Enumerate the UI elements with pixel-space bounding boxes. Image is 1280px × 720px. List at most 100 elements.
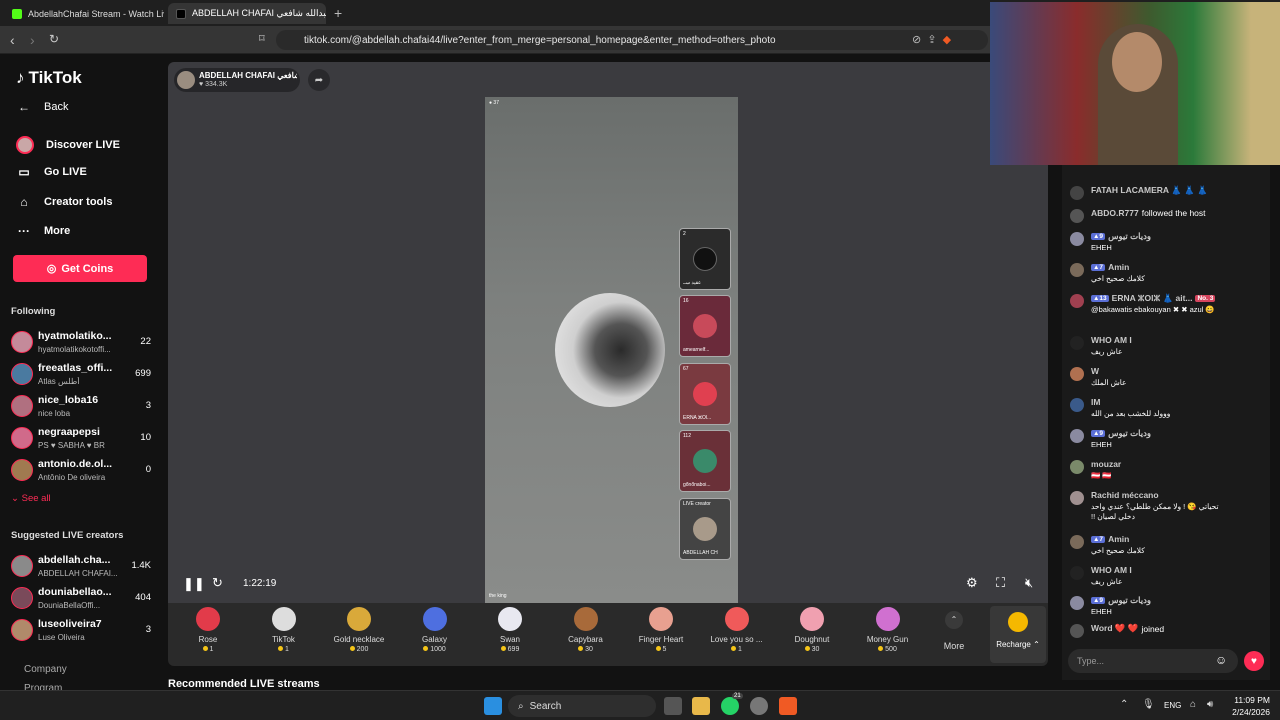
language-indicator[interactable]: ENG [1164, 701, 1181, 710]
get-coins-button[interactable]: ◎ Get Coins [13, 255, 147, 282]
whatsapp-icon[interactable] [721, 697, 739, 715]
file-explorer-icon[interactable] [692, 697, 710, 715]
following-account[interactable]: negraapepsi PS ♥ SABHA ♥ BR 10 [11, 425, 151, 455]
steam-icon[interactable] [750, 697, 768, 715]
chat-username[interactable]: ABDO.R777 followed the host [1091, 208, 1206, 218]
recharge-button[interactable]: Recharge ⌃ [990, 606, 1046, 663]
share-icon[interactable]: ➦ [308, 69, 330, 91]
chat-username[interactable]: ▲9 وديات تيوس [1091, 428, 1151, 439]
chat-username[interactable]: WHO AM I [1091, 335, 1132, 345]
chat-username[interactable]: ▲9 وديات تيوس [1091, 231, 1151, 242]
nav-go-live[interactable]: ▭ Go LIVE [16, 165, 86, 179]
chat-username[interactable]: ▲9 وديات تيوس [1091, 595, 1151, 606]
browser-tab-1[interactable]: AbdellahChafai Stream - Watch Live o ✕ [4, 3, 164, 24]
nav-more[interactable]: ··· More [16, 224, 70, 238]
gift-item[interactable]: Rose 1 [173, 607, 243, 653]
live-stream-player[interactable]: ABDELLAH CHAFAI عبدالله شافعي ♥ 334.3K ➦… [168, 62, 1048, 603]
chat-avatar[interactable] [1070, 596, 1084, 610]
suggested-account[interactable]: luseoliveira7 Luse Oliveira 3 [11, 617, 151, 647]
gift-name: Swan [499, 635, 520, 644]
gift-item[interactable]: Doughnut 30 [777, 607, 847, 653]
gift-item[interactable]: TikTok 1 [249, 607, 319, 653]
gift-item[interactable]: Swan 699 [475, 607, 545, 653]
gift-item[interactable]: Money Gun 500 [853, 607, 923, 653]
chat-avatar[interactable] [1070, 624, 1084, 638]
settings-gear-icon[interactable]: ⚙ [966, 575, 978, 591]
chat-username[interactable]: Rachid méccano [1091, 490, 1159, 500]
guest-tile[interactable]: 67 ERNA ⵣOl... [679, 363, 731, 425]
chat-avatar[interactable] [1070, 367, 1084, 381]
guest-tile[interactable]: 16 amearnelf... [679, 295, 731, 357]
following-account[interactable]: hyatmolatiko... hyatmolatikokotoffi... 2… [11, 329, 151, 359]
chat-avatar[interactable] [1070, 186, 1084, 200]
suggested-account[interactable]: abdellah.cha... ABDELLAH CHAFAI... 1.4K [11, 553, 151, 583]
extension-icons[interactable]: ⊘ ⇪ ◆ [912, 33, 951, 46]
chat-username[interactable]: IM [1091, 397, 1100, 407]
emoji-icon[interactable]: ☺ [1215, 653, 1227, 667]
mute-icon[interactable]: 🔇︎ [1025, 575, 1033, 591]
nav-discover-live[interactable]: Discover LIVE [16, 136, 120, 154]
microphone-icon[interactable]: 🎙︎ [1142, 699, 1155, 710]
chat-username[interactable]: ▲13 ERNA ⵣOlⵣ 👗 ait... No. 3 [1091, 293, 1216, 304]
back-link[interactable]: ← Back [16, 100, 68, 114]
gift-item[interactable]: Capybara 30 [551, 607, 621, 653]
chat-avatar[interactable] [1070, 535, 1084, 549]
gift-item[interactable]: Galaxy 1000 [400, 607, 470, 653]
chat-username[interactable]: WHO AM I [1091, 565, 1132, 575]
chat-username[interactable]: ▲7 Amin [1091, 262, 1129, 272]
bookmark-icon[interactable]: ⌑ [259, 32, 265, 45]
brave-browser-icon[interactable] [779, 697, 797, 715]
video-frame[interactable]: ● 37 2 عقيد ســ 16 amearnelf... 67 ERNA … [485, 97, 738, 603]
gift-item[interactable]: Gold necklace 200 [324, 607, 394, 653]
chat-avatar[interactable] [1070, 460, 1084, 474]
chat-input[interactable]: Type... [1068, 649, 1238, 673]
gift-item[interactable]: Love you so ... 1 [702, 607, 772, 653]
tiktok-logo[interactable]: ♪ TikTok [16, 68, 82, 88]
browser-tab-2[interactable]: ABDELLAH CHAFAI عبدالله شافعي ✕ [168, 3, 326, 24]
guest-tile[interactable]: 2 عقيد ســ [679, 228, 731, 290]
chat-username[interactable]: ▲7 Amin [1091, 534, 1129, 544]
volume-icon[interactable]: 🔊︎ [1207, 699, 1213, 710]
like-heart-button[interactable]: ♥ [1244, 651, 1264, 671]
chat-avatar[interactable] [1070, 263, 1084, 277]
chat-username[interactable]: W [1091, 366, 1099, 376]
chat-avatar[interactable] [1070, 294, 1084, 308]
refresh-icon[interactable]: ↻ [212, 575, 223, 591]
pause-icon[interactable]: ❚❚ [183, 576, 205, 592]
following-account[interactable]: antonio.de.ol... Antônio De oliveira 0 [11, 457, 151, 487]
chat-avatar[interactable] [1070, 491, 1084, 505]
see-all-link[interactable]: ⌄ See all [11, 493, 51, 504]
gift-more-button[interactable]: ⌃ More [936, 611, 972, 651]
suggested-account[interactable]: douniabellao... DouniaBellaOffi... 404 [11, 585, 151, 615]
company-link[interactable]: Company [24, 664, 67, 675]
network-icon[interactable]: ⌂ [1190, 699, 1196, 710]
nav-creator-tools[interactable]: ⌂ Creator tools [16, 195, 112, 209]
chat-avatar[interactable] [1070, 209, 1084, 223]
chat-username[interactable]: Word ❤️ ❤️ joined [1091, 623, 1164, 634]
chat-avatar[interactable] [1070, 566, 1084, 580]
taskbar-search[interactable]: ⌕ Search [508, 695, 656, 717]
chat-avatar[interactable] [1070, 429, 1084, 443]
new-tab-icon[interactable]: + [334, 5, 342, 21]
tray-chevron-icon[interactable]: ⌃ [1120, 699, 1128, 710]
guest-tile[interactable]: 112 gőnőnaboi... [679, 430, 731, 492]
task-view-icon[interactable] [664, 697, 682, 715]
chat-username[interactable]: mouzar [1091, 459, 1121, 469]
clock[interactable]: 11:09 PM 2/24/2026 [1226, 694, 1270, 718]
chat-avatar[interactable] [1070, 232, 1084, 246]
chat-avatar[interactable] [1070, 398, 1084, 412]
following-account[interactable]: nice_loba16 nice loba 3 [11, 393, 151, 423]
chat-avatar[interactable] [1070, 336, 1084, 350]
chat-username[interactable]: FATAH LACAMERA 👗 👗 👗 [1091, 185, 1208, 196]
following-account[interactable]: freeatlas_offi... Atlas أطلس 699 [11, 361, 151, 391]
reload-icon[interactable]: ↻ [49, 32, 59, 46]
gift-item[interactable]: Finger Heart 5 [626, 607, 696, 653]
host-info[interactable]: ABDELLAH CHAFAI عبدالله شافعي ♥ 334.3K [174, 68, 300, 92]
back-arrow-icon[interactable]: ‹ [10, 32, 15, 48]
fullscreen-icon[interactable]: ⛶ [996, 575, 1005, 591]
address-bar[interactable]: tiktok.com/@abdellah.chafai44/live?enter… [276, 30, 988, 50]
guest-tile-host[interactable]: LIVE creator ABDELLAH CH [679, 498, 731, 560]
windows-start-icon[interactable] [484, 697, 502, 715]
forward-arrow-icon[interactable]: › [30, 32, 35, 48]
discover-live-icon [16, 136, 34, 154]
